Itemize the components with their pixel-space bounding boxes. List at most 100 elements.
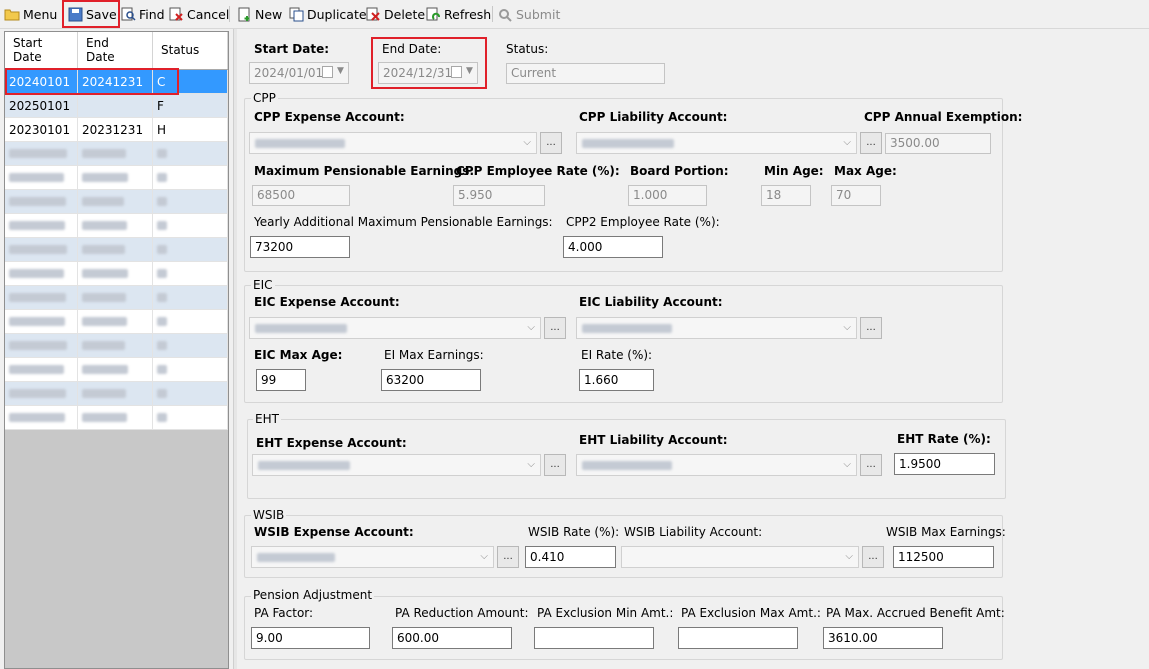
table-row[interactable] (5, 190, 228, 214)
cell-status: F (153, 94, 228, 117)
eic-rate-field[interactable]: 1.660 (579, 369, 654, 391)
find-button[interactable]: Find (121, 4, 165, 24)
wsib-rate-label: WSIB Rate (%): (528, 525, 620, 539)
wsib-group-title: WSIB (251, 508, 287, 522)
cpp-expense-lookup-button[interactable]: ... (540, 132, 562, 154)
wsib-liability-label: WSIB Liability Account: (624, 525, 763, 539)
pa-accrued-field[interactable]: 3610.00 (823, 627, 943, 649)
eht-liability-combo[interactable]: ⌵ (576, 454, 857, 476)
eic-liability-lookup-button[interactable]: ... (860, 317, 882, 339)
table-row[interactable]: 20250101 F (5, 94, 228, 118)
table-row[interactable] (5, 286, 228, 310)
duplicate-button[interactable]: Duplicate (289, 4, 367, 24)
cell-end-date (78, 94, 153, 117)
table-row[interactable] (5, 214, 228, 238)
table-row[interactable] (5, 166, 228, 190)
table-row[interactable] (5, 262, 228, 286)
table-row[interactable] (5, 334, 228, 358)
eht-liability-lookup-button[interactable]: ... (860, 454, 882, 476)
cpp-board-field: 1.000 (628, 185, 707, 206)
table-row[interactable] (5, 358, 228, 382)
new-button[interactable]: New (237, 4, 282, 24)
wsib-expense-combo[interactable]: ⌵ (251, 546, 494, 568)
eic-group-title: EIC (251, 278, 275, 292)
start-date-field[interactable]: 2024/01/01 ▼ (249, 62, 349, 84)
wsib-expense-label: WSIB Expense Account: (254, 525, 414, 539)
refresh-button[interactable]: Refresh (426, 4, 491, 24)
wsib-liability-combo[interactable]: ⌵ (621, 546, 859, 568)
pa-excl-min-field[interactable] (534, 627, 654, 649)
pa-excl-max-label: PA Exclusion Max Amt.: (681, 606, 821, 620)
cell-start-date: 20240101 (5, 70, 78, 93)
toolbar-separator (229, 6, 230, 22)
cpp-liability-lookup-button[interactable]: ... (860, 132, 882, 154)
cpp-yampe-field[interactable]: 73200 (250, 236, 350, 258)
eic-expense-lookup-button[interactable]: ... (544, 317, 566, 339)
end-date-field[interactable]: 2024/12/31 ▼ (378, 62, 478, 84)
eht-expense-combo[interactable]: ⌵ (252, 454, 541, 476)
end-date-label: End Date: (382, 42, 442, 56)
eic-max-earnings-field[interactable]: 63200 (381, 369, 481, 391)
eht-rate-field[interactable]: 1.9500 (894, 453, 995, 475)
chevron-down-icon: ⌵ (843, 459, 851, 470)
cpp-expense-label: CPP Expense Account: (254, 110, 405, 124)
pa-factor-field[interactable]: 9.00 (251, 627, 370, 649)
cpp-mpe-field: 68500 (252, 185, 350, 206)
chevron-down-icon[interactable]: ▼ (466, 66, 473, 76)
eic-expense-combo[interactable]: ⌵ (249, 317, 541, 339)
wsib-rate-field[interactable]: 0.410 (525, 546, 616, 568)
delete-button[interactable]: Delete (366, 4, 425, 24)
chevron-down-icon: ⌵ (843, 322, 851, 333)
status-label: Status: (506, 42, 549, 56)
chevron-down-icon: ⌵ (523, 137, 531, 148)
cell-start-date: 20250101 (5, 94, 78, 117)
cpp-rate-field: 5.950 (453, 185, 545, 206)
cpp-expense-combo[interactable]: ⌵ (249, 132, 537, 154)
cpp-group-title: CPP (251, 91, 278, 105)
table-row[interactable]: 20240101 20241231 C (5, 70, 228, 94)
eht-expense-lookup-button[interactable]: ... (544, 454, 566, 476)
table-row[interactable] (5, 406, 228, 430)
eht-rate-label: EHT Rate (%): (897, 432, 991, 446)
chevron-down-icon[interactable]: ▼ (337, 66, 344, 76)
table-row[interactable]: 20230101 20231231 H (5, 118, 228, 142)
table-row[interactable] (5, 382, 228, 406)
toolbar: Menu Save Find Cancel New Duplicate Dele… (0, 0, 1149, 29)
calendar-icon[interactable] (322, 66, 333, 78)
column-header-status[interactable]: Status (153, 32, 228, 69)
wsib-liability-lookup-button[interactable]: ... (862, 546, 884, 568)
table-row[interactable] (5, 310, 228, 334)
splitter[interactable] (233, 29, 237, 669)
pa-reduction-label: PA Reduction Amount: (395, 606, 529, 620)
chevron-down-icon: ⌵ (845, 551, 853, 562)
record-grid: Start Date End Date Status 20240101 202412… (5, 32, 228, 430)
table-row[interactable] (5, 238, 228, 262)
pa-reduction-field[interactable]: 600.00 (392, 627, 512, 649)
calendar-icon[interactable] (451, 66, 462, 78)
wsib-max-earnings-field[interactable]: 112500 (893, 546, 994, 568)
pa-excl-max-field[interactable] (678, 627, 798, 649)
eic-liability-combo[interactable]: ⌵ (576, 317, 857, 339)
cell-start-date: 20230101 (5, 118, 78, 141)
cpp2-rate-field[interactable]: 4.000 (563, 236, 663, 258)
eic-rate-label: EI Rate (%): (581, 348, 653, 362)
cpp-exemption-label: CPP Annual Exemption: (864, 110, 1023, 124)
cell-status: H (153, 118, 228, 141)
cpp-mpe-label: Maximum Pensionable Earnings: (254, 164, 475, 178)
wsib-expense-lookup-button[interactable]: ... (497, 546, 519, 568)
status-field: Current (506, 63, 665, 84)
column-header-end-date[interactable]: End Date (78, 32, 153, 69)
eic-max-age-field[interactable]: 99 (256, 369, 306, 391)
eic-max-earnings-label: EI Max Earnings: (384, 348, 484, 362)
pa-excl-min-label: PA Exclusion Min Amt.: (537, 606, 674, 620)
menu-button[interactable]: Menu (4, 4, 57, 24)
submit-button[interactable]: Submit (498, 4, 560, 24)
cpp-liability-combo[interactable]: ⌵ (576, 132, 857, 154)
save-button[interactable]: Save (68, 4, 117, 24)
cpp-min-age-label: Min Age: (764, 164, 824, 178)
pa-accrued-label: PA Max. Accrued Benefit Amt: (826, 606, 1005, 620)
table-row[interactable] (5, 142, 228, 166)
column-header-start-date[interactable]: Start Date (5, 32, 78, 69)
cancel-button[interactable]: Cancel (169, 4, 229, 24)
cell-status: C (153, 70, 228, 93)
